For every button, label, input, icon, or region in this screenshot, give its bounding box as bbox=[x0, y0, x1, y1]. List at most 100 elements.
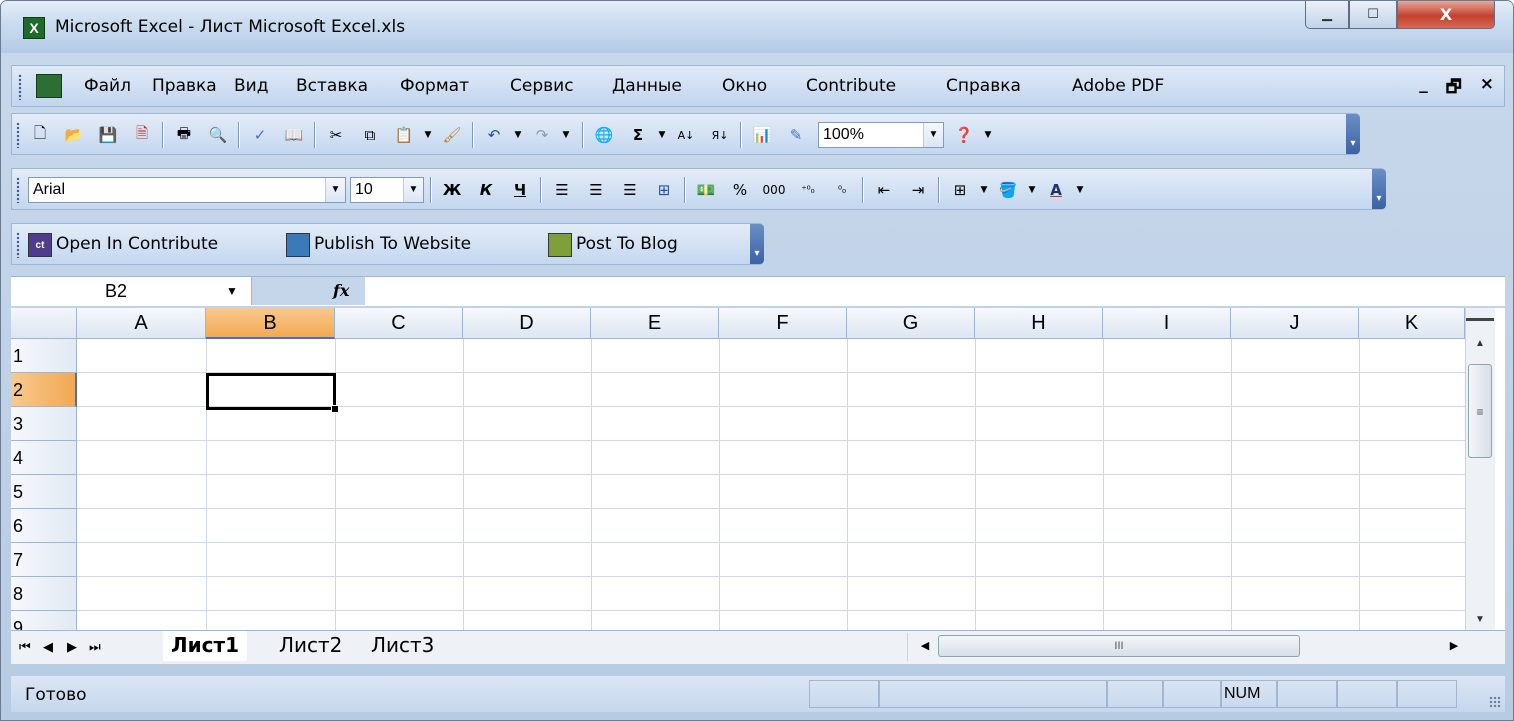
post-to-blog-button[interactable]: Post To Blog bbox=[576, 234, 678, 254]
column-header-f[interactable]: F bbox=[719, 308, 847, 339]
menu-help[interactable]: Справка bbox=[946, 76, 1021, 96]
underline-button[interactable]: Ч bbox=[508, 178, 532, 202]
column-header-d[interactable]: D bbox=[463, 308, 591, 339]
sheet-tab-1[interactable]: Лист1 bbox=[163, 631, 247, 661]
fill-handle[interactable] bbox=[331, 405, 339, 413]
mdi-close-icon[interactable]: × bbox=[1480, 74, 1494, 103]
worksheet-grid[interactable]: A B C D E F G H I J K 1 2 3 4 5 6 7 8 9 bbox=[11, 308, 1505, 630]
publish-to-website-button[interactable]: Publish To Website bbox=[314, 234, 471, 254]
next-sheet-icon[interactable]: ▶ bbox=[67, 639, 77, 655]
paste-icon[interactable]: 📋 bbox=[392, 123, 416, 147]
chevron-down-icon[interactable]: ▼ bbox=[325, 178, 345, 202]
borders-icon[interactable]: ⊞ bbox=[948, 178, 972, 202]
help-icon[interactable]: ❓ bbox=[952, 123, 976, 147]
row-header-3[interactable]: 3 bbox=[11, 407, 77, 441]
vertical-scroll-thumb[interactable]: ≡ bbox=[1468, 364, 1492, 458]
toolbar-grip[interactable] bbox=[16, 122, 22, 148]
sheet-tab-2[interactable]: Лист2 bbox=[271, 631, 350, 661]
name-box[interactable]: B2 bbox=[11, 277, 201, 305]
align-right-icon[interactable]: ☰ bbox=[618, 178, 642, 202]
menu-tools[interactable]: Сервис bbox=[510, 76, 574, 96]
currency-icon[interactable]: 💵 bbox=[694, 178, 718, 202]
merge-center-icon[interactable]: ⊞ bbox=[652, 178, 676, 202]
open-in-contribute-button[interactable]: Open In Contribute bbox=[56, 234, 218, 254]
menu-file[interactable]: Файл bbox=[84, 76, 131, 96]
font-color-icon[interactable]: A bbox=[1044, 178, 1068, 202]
borders-dropdown-icon[interactable]: ▼ bbox=[972, 178, 996, 202]
column-header-g[interactable]: G bbox=[847, 308, 975, 339]
save-icon[interactable]: 💾 bbox=[96, 123, 120, 147]
fill-color-icon[interactable]: 🪣 bbox=[996, 178, 1020, 202]
vertical-scrollbar[interactable]: ▲ ≡ ▼ bbox=[1465, 308, 1495, 630]
scroll-left-icon[interactable]: ◀ bbox=[914, 635, 936, 657]
horizontal-scrollbar[interactable]: ◀ III ▶ bbox=[907, 633, 1477, 661]
row-header-6[interactable]: 6 bbox=[11, 509, 77, 543]
sort-asc-icon[interactable]: A↓ bbox=[674, 123, 698, 147]
excel-app-icon[interactable]: X bbox=[23, 17, 45, 39]
autosum-icon[interactable]: Σ bbox=[626, 123, 650, 147]
toolbar-overflow-icon[interactable]: ▾ bbox=[1372, 169, 1386, 209]
research-icon[interactable]: 📖 bbox=[282, 123, 306, 147]
resize-grip-icon[interactable] bbox=[1489, 696, 1501, 708]
sheet-tab-3[interactable]: Лист3 bbox=[363, 631, 442, 661]
column-header-c[interactable]: C bbox=[335, 308, 463, 339]
mdi-minimize-icon[interactable]: _ bbox=[1419, 74, 1428, 103]
row-header-9[interactable]: 9 bbox=[11, 611, 77, 630]
prev-sheet-icon[interactable]: ◀ bbox=[43, 639, 53, 655]
italic-button[interactable]: К bbox=[474, 178, 498, 202]
horizontal-scroll-thumb[interactable]: III bbox=[938, 635, 1300, 657]
mdi-restore-icon[interactable]: 🗗 bbox=[1446, 74, 1462, 103]
font-color-dropdown-icon[interactable]: ▼ bbox=[1068, 178, 1092, 202]
undo-icon[interactable]: ↶ bbox=[482, 123, 506, 147]
column-header-j[interactable]: J bbox=[1231, 308, 1359, 339]
toolbar-grip[interactable] bbox=[16, 177, 22, 203]
title-bar[interactable]: X Microsoft Excel - Лист Microsoft Excel… bbox=[1, 1, 1513, 53]
menu-adobe-pdf[interactable]: Adobe PDF bbox=[1072, 76, 1164, 96]
new-icon[interactable]: 🗋 bbox=[28, 123, 52, 147]
toolbar-grip[interactable] bbox=[16, 232, 22, 258]
undo-dropdown-icon[interactable]: ▼ bbox=[506, 123, 530, 147]
align-center-icon[interactable]: ☰ bbox=[584, 178, 608, 202]
percent-button[interactable]: % bbox=[728, 178, 752, 202]
decrease-decimal-button[interactable]: ⁰₀ bbox=[830, 178, 854, 202]
hyperlink-icon[interactable]: 🌐 bbox=[592, 123, 616, 147]
column-header-a[interactable]: A bbox=[77, 308, 206, 339]
drawing-icon[interactable]: ✎ bbox=[784, 123, 808, 147]
font-name-combo[interactable]: Arial ▼ bbox=[28, 177, 346, 203]
split-box[interactable] bbox=[1466, 318, 1494, 321]
menu-contribute[interactable]: Contribute bbox=[806, 76, 896, 96]
select-all-corner[interactable] bbox=[11, 308, 77, 339]
last-sheet-icon[interactable]: ⏭ bbox=[89, 639, 101, 655]
increase-indent-icon[interactable]: ⇥ bbox=[906, 178, 930, 202]
menu-format[interactable]: Формат bbox=[400, 76, 469, 96]
toolbar-overflow-icon[interactable]: ▾ bbox=[1346, 114, 1360, 154]
scroll-down-icon[interactable]: ▼ bbox=[1468, 608, 1492, 630]
chevron-down-icon[interactable]: ▼ bbox=[923, 123, 943, 147]
fill-color-dropdown-icon[interactable]: ▼ bbox=[1020, 178, 1044, 202]
scroll-right-icon[interactable]: ▶ bbox=[1443, 635, 1465, 657]
decrease-indent-icon[interactable]: ⇤ bbox=[872, 178, 896, 202]
column-header-h[interactable]: H bbox=[975, 308, 1103, 339]
cut-icon[interactable]: ✂ bbox=[324, 123, 348, 147]
active-cell-b2[interactable] bbox=[206, 373, 336, 410]
menu-edit[interactable]: Правка bbox=[152, 76, 217, 96]
column-header-b[interactable]: B bbox=[206, 308, 335, 339]
menu-insert[interactable]: Вставка bbox=[296, 76, 368, 96]
menu-window[interactable]: Окно bbox=[722, 76, 767, 96]
increase-decimal-button[interactable]: ⁺⁰₀ bbox=[796, 178, 820, 202]
open-icon[interactable]: 📂 bbox=[62, 123, 86, 147]
chart-wizard-icon[interactable]: 📊 bbox=[750, 123, 774, 147]
maximize-button[interactable]: ☐ bbox=[1349, 1, 1397, 29]
help-dropdown-icon[interactable]: ▼ bbox=[976, 123, 1000, 147]
document-icon[interactable] bbox=[36, 74, 62, 98]
paste-dropdown-icon[interactable]: ▼ bbox=[416, 123, 440, 147]
column-header-i[interactable]: I bbox=[1103, 308, 1231, 339]
menu-data[interactable]: Данные bbox=[612, 76, 682, 96]
redo-icon[interactable]: ↷ bbox=[530, 123, 554, 147]
insert-function-icon[interactable]: fx bbox=[333, 281, 349, 300]
sort-desc-icon[interactable]: Я↓ bbox=[708, 123, 732, 147]
format-painter-icon[interactable]: 🖌 bbox=[440, 123, 464, 147]
copy-icon[interactable]: ⧉ bbox=[358, 123, 382, 147]
bold-button[interactable]: Ж bbox=[440, 178, 464, 202]
column-header-k[interactable]: K bbox=[1359, 308, 1465, 339]
